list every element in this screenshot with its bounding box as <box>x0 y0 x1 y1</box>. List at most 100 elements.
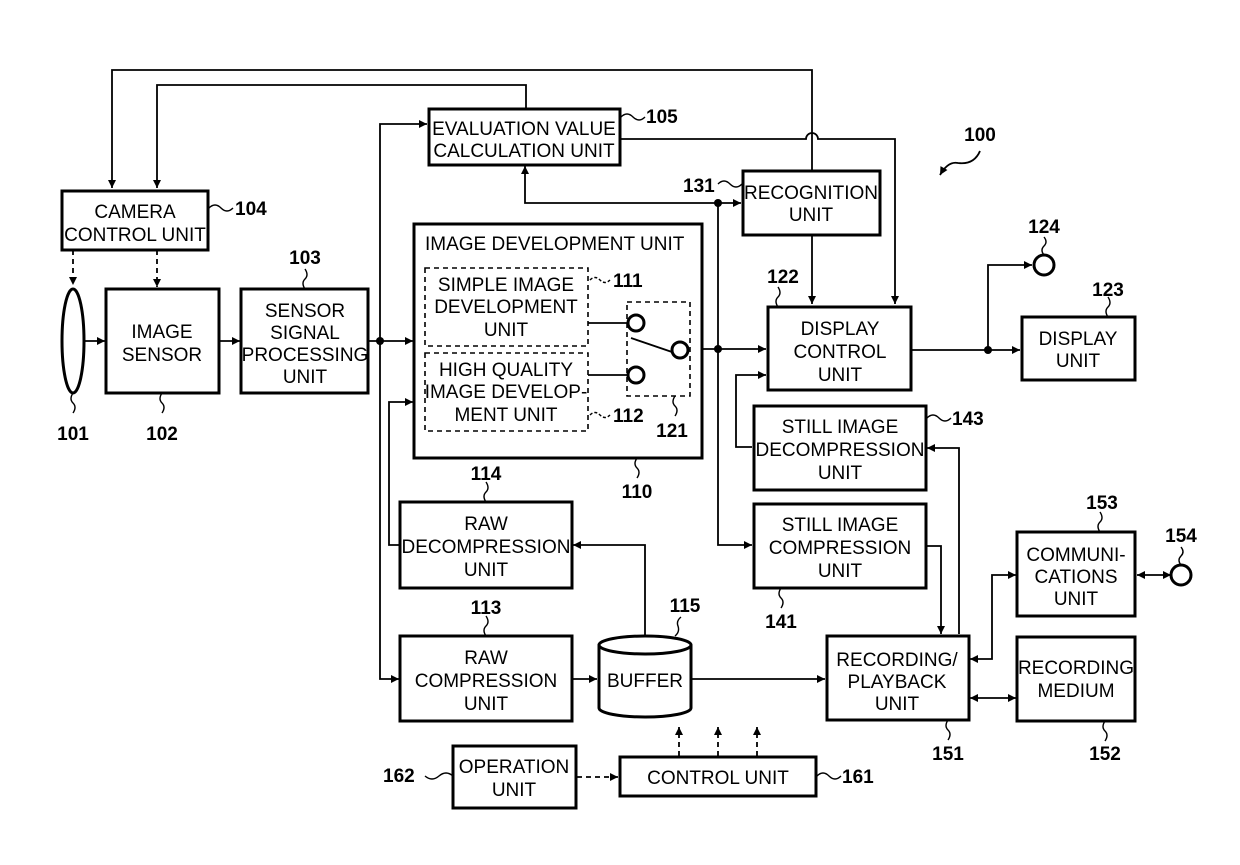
block-label: UNIT <box>818 365 863 386</box>
ref-label: 111 <box>613 271 643 292</box>
block-label: CONTROL UNIT <box>647 768 789 789</box>
block-label: UNIT <box>492 780 537 801</box>
ref-label: 161 <box>842 767 874 788</box>
block-label: OPERATION <box>459 757 570 778</box>
operation-unit-block: OPERATION UNIT 162 <box>383 744 578 810</box>
ref-label: 103 <box>289 248 321 269</box>
line-recording-communications <box>970 571 1016 663</box>
ref-label: 151 <box>932 744 964 765</box>
ref-label: 153 <box>1086 493 1118 514</box>
communications-unit-block: COMMUNI- CATIONS UNIT 153 <box>1015 493 1137 618</box>
block-label: CALCULATION UNIT <box>433 141 615 162</box>
ref-label: 154 <box>1165 526 1197 547</box>
block-label: MENT UNIT <box>454 405 557 426</box>
ref-label: 121 <box>656 421 688 442</box>
image-sensor-block: IMAGE SENSOR 102 <box>104 287 221 445</box>
block-label: STILL IMAGE <box>782 515 899 536</box>
block-label: UNIT <box>464 694 509 715</box>
block-label: COMPRESSION <box>769 538 912 559</box>
block-label: RAW <box>464 514 508 535</box>
recording-playback-unit-block: RECORDING/ PLAYBACK UNIT 151 <box>825 634 971 765</box>
ref-label: 131 <box>683 176 715 197</box>
control-unit-block: CONTROL UNIT 161 <box>618 755 874 798</box>
video-output-terminal-124: 124 <box>1028 217 1060 277</box>
raw-compression-block: RAW COMPRESSION UNIT 113 <box>398 598 574 723</box>
ref-label: 110 <box>622 482 653 503</box>
block-label: RECORDING/ <box>836 650 958 671</box>
line-buffer-to-raw-decompression <box>573 541 646 636</box>
still-image-compression-block: STILL IMAGE COMPRESSION UNIT 141 <box>752 502 928 633</box>
junction-dot <box>714 199 722 207</box>
block-label: DISPLAY <box>801 319 880 340</box>
block-diagram: 101 CAMERA CONTROL UNIT 104 IMAGE SENSOR… <box>57 69 1197 810</box>
ref-label: 143 <box>952 409 984 430</box>
block-label: DISPLAY <box>1039 329 1118 350</box>
junction-dot <box>714 345 722 353</box>
block-label: MEDIUM <box>1037 681 1114 702</box>
sensor-signal-processing-block: SENSOR SIGNAL PROCESSING UNIT 103 <box>239 248 370 395</box>
block-label: DECOMPRESSION <box>402 537 571 558</box>
block-label: COMMUNI- <box>1026 545 1125 566</box>
ref-label: 122 <box>767 267 799 288</box>
block-label: HIGH QUALITY <box>439 360 573 381</box>
block-label: UNIT <box>789 205 834 226</box>
lens-101: 101 <box>57 287 89 445</box>
raw-decompression-block: RAW DECOMPRESSION UNIT 114 <box>398 464 574 590</box>
evaluation-value-calculation-block: EVALUATION VALUE CALCULATION UNIT 105 <box>427 107 678 167</box>
block-label: RAW <box>464 648 508 669</box>
block-label: UNIT <box>484 320 529 341</box>
communications-terminal-154: 154 <box>1165 526 1197 587</box>
block-label: DECOMPRESSION <box>756 440 925 461</box>
block-label: UNIT <box>464 560 509 581</box>
block-label: IMAGE <box>131 322 192 343</box>
block-label: DEVELOPMENT <box>434 297 578 318</box>
block-label: CATIONS <box>1034 567 1117 588</box>
block-label: UNIT <box>1056 351 1101 372</box>
ref-label: 100 <box>964 125 996 146</box>
block-label: RECORDING <box>1018 658 1134 679</box>
block-label: COMPRESSION <box>415 671 558 692</box>
line-still-compression-to-recording <box>926 545 945 634</box>
block-label: EVALUATION VALUE <box>432 119 616 140</box>
block-label: STILL IMAGE <box>782 417 899 438</box>
block-label: UNIT <box>818 463 863 484</box>
ref-label: 105 <box>646 107 678 128</box>
block-label: CAMERA <box>94 202 176 223</box>
block-label: UNIT <box>875 694 920 715</box>
ref-label: 141 <box>765 612 797 633</box>
block-title: IMAGE DEVELOPMENT UNIT <box>425 234 685 255</box>
junction-dot <box>376 337 384 345</box>
block-label: CONTROL <box>794 342 887 363</box>
block-label: UNIT <box>818 561 863 582</box>
block-label: CONTROL UNIT <box>64 225 206 246</box>
ref-label: 112 <box>613 406 644 427</box>
block-label: SENSOR <box>265 301 345 322</box>
recording-medium-block: RECORDING MEDIUM 152 <box>1015 635 1137 765</box>
ref-label: 162 <box>383 766 415 787</box>
block-label: SIMPLE IMAGE <box>438 275 574 296</box>
image-development-unit-block: IMAGE DEVELOPMENT UNIT 110 SIMPLE IMAGE … <box>412 222 704 503</box>
block-label: SENSOR <box>122 345 202 366</box>
camera-control-unit-block: CAMERA CONTROL UNIT 104 <box>60 189 267 252</box>
buffer-block: BUFFER 115 <box>597 596 701 719</box>
ref-label: 115 <box>670 596 701 617</box>
block-label: RECOGNITION <box>744 183 878 204</box>
block-label: PROCESSING <box>242 345 369 366</box>
ref-label: 152 <box>1089 744 1121 765</box>
display-control-unit-block: DISPLAY CONTROL UNIT 122 <box>766 267 913 392</box>
system-ref-100: 100 <box>939 125 996 176</box>
block-label: UNIT <box>1054 589 1099 610</box>
ref-label: 101 <box>57 424 89 445</box>
block-label: PLAYBACK <box>848 672 947 693</box>
block-label: BUFFER <box>607 671 683 692</box>
block-label: IMAGE DEVELOP- <box>425 382 588 403</box>
ref-label: 104 <box>235 199 267 220</box>
ref-label: 123 <box>1092 280 1124 301</box>
ref-label: 114 <box>471 464 502 485</box>
block-label: SIGNAL <box>270 323 340 344</box>
block-label: UNIT <box>283 367 328 388</box>
junction-dot <box>984 346 992 354</box>
display-unit-block: DISPLAY UNIT 123 <box>1020 280 1137 382</box>
ref-label: 113 <box>471 598 502 619</box>
ref-label: 124 <box>1028 217 1060 238</box>
